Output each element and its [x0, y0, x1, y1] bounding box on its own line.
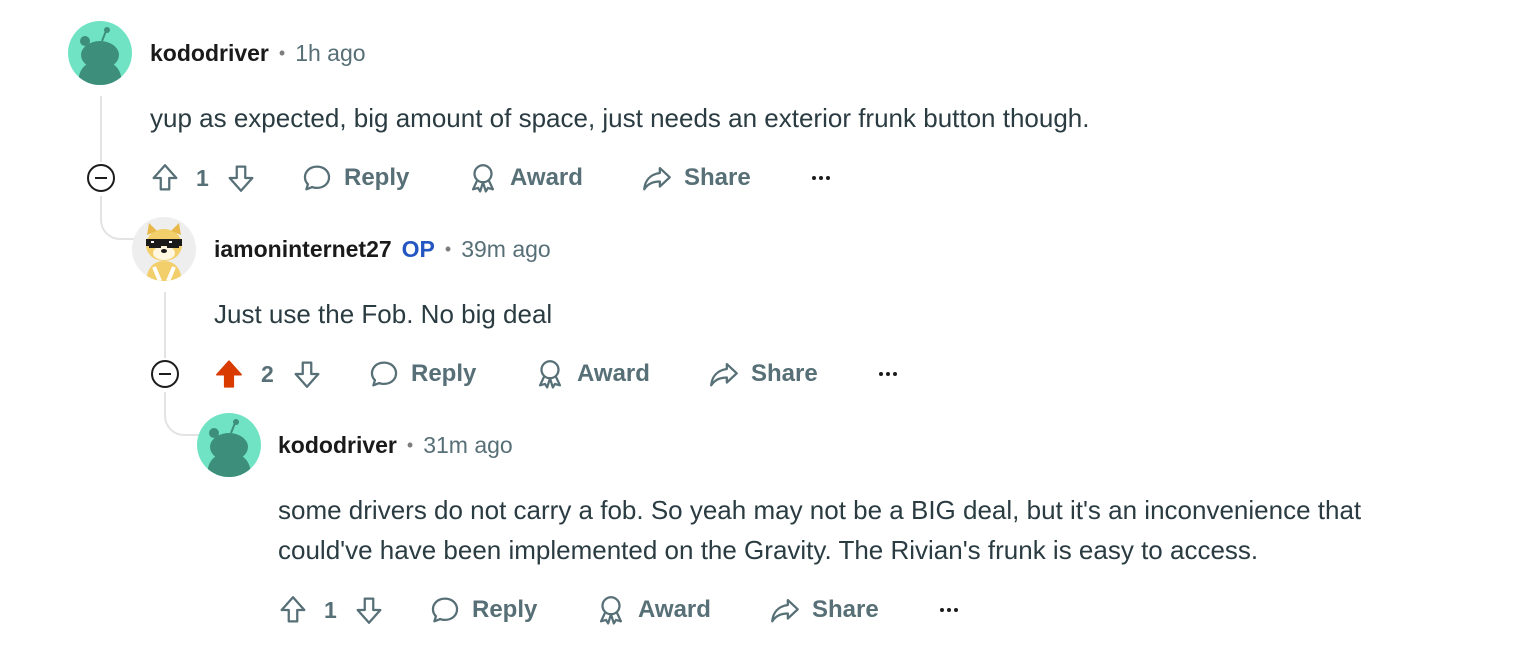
share-button[interactable]: Share [640, 158, 751, 198]
award-button[interactable]: Award [594, 590, 711, 630]
reply-button[interactable]: Reply [428, 590, 537, 630]
username[interactable]: iamoninternet27 [214, 236, 392, 263]
upvote-button[interactable] [148, 158, 182, 198]
comment-body: yup as expected, big amount of space, ju… [150, 98, 1090, 138]
share-arrow-icon [771, 598, 799, 623]
thread-line-1[interactable] [100, 96, 102, 162]
upvote-arrow-icon [280, 596, 306, 623]
thread-connector-2[interactable] [100, 196, 138, 240]
snoo-avatar-icon [197, 413, 261, 477]
downvote-button[interactable] [224, 158, 258, 198]
award-label: Award [577, 360, 650, 387]
award-ribbon-icon [471, 164, 495, 193]
comment-body-line: yup as expected, big amount of space, ju… [150, 103, 1090, 133]
comment-body-line: could've have been implemented on the Gr… [278, 535, 1259, 565]
collapse-minus-icon [151, 360, 179, 388]
upvote-arrow-icon [152, 164, 178, 191]
more-dots-icon [812, 176, 830, 180]
share-arrow-icon [643, 166, 671, 191]
comment-bubble-icon [370, 361, 398, 387]
award-ribbon-icon [599, 596, 623, 625]
award-label: Award [638, 596, 711, 623]
comment-meta: iamoninternet27 OP • 39m ago [214, 229, 551, 269]
separator-dot: • [444, 238, 452, 259]
award-button[interactable]: Award [466, 158, 583, 198]
reply-label: Reply [472, 596, 538, 623]
downvote-button[interactable] [352, 590, 386, 630]
comment-body: Just use the Fob. No big deal [214, 294, 552, 334]
collapse-minus-icon [87, 164, 115, 192]
more-dots-icon [879, 372, 897, 376]
upvote-button[interactable] [212, 354, 246, 394]
thread-connector-3[interactable] [164, 392, 202, 436]
user-avatar[interactable] [68, 21, 132, 85]
share-label: Share [812, 596, 879, 623]
downvote-arrow-icon [228, 165, 254, 192]
comment-meta: kododriver • 31m ago [278, 425, 513, 465]
reply-button[interactable]: Reply [300, 158, 409, 198]
award-label: Award [510, 164, 583, 191]
vote-count: 1 [324, 597, 337, 623]
downvote-arrow-icon [294, 361, 320, 388]
user-avatar[interactable] [132, 217, 196, 281]
award-button[interactable]: Award [533, 354, 650, 394]
comment-body: some drivers do not carry a fob. So yeah… [278, 490, 1361, 570]
op-badge: OP [401, 235, 435, 262]
reply-label: Reply [344, 164, 410, 191]
username[interactable]: kododriver [150, 40, 269, 67]
share-label: Share [751, 360, 818, 387]
comment-meta: kododriver • 1h ago [150, 33, 366, 73]
downvote-arrow-icon [356, 597, 382, 624]
timestamp[interactable]: 1h ago [295, 40, 365, 67]
more-options-button[interactable] [808, 158, 834, 198]
separator-dot: • [406, 434, 414, 455]
username[interactable]: kododriver [278, 432, 397, 459]
comment-bubble-icon [303, 165, 331, 191]
collapse-button[interactable] [86, 163, 116, 193]
doge-avatar-icon [132, 217, 196, 281]
user-avatar[interactable] [197, 413, 261, 477]
thread-line-2[interactable] [164, 292, 166, 358]
more-options-button[interactable] [936, 590, 962, 630]
upvote-button[interactable] [276, 590, 310, 630]
upvote-arrow-filled-icon [216, 360, 242, 388]
more-options-button[interactable] [875, 354, 901, 394]
comment-bubble-icon [431, 597, 459, 623]
downvote-button[interactable] [290, 354, 324, 394]
share-label: Share [684, 164, 751, 191]
reply-label: Reply [411, 360, 477, 387]
share-button[interactable]: Share [768, 590, 879, 630]
timestamp[interactable]: 39m ago [461, 236, 551, 263]
timestamp[interactable]: 31m ago [423, 432, 513, 459]
comment-body-line: Just use the Fob. No big deal [214, 299, 553, 329]
vote-count: 1 [196, 165, 209, 191]
more-dots-icon [940, 608, 958, 612]
vote-count: 2 [261, 361, 274, 387]
reply-button[interactable]: Reply [367, 354, 476, 394]
collapse-button[interactable] [150, 359, 180, 389]
comment-body-line: some drivers do not carry a fob. So yeah… [278, 495, 1362, 525]
separator-dot: • [278, 42, 286, 63]
share-arrow-icon [710, 362, 738, 387]
snoo-avatar-icon [68, 21, 132, 85]
share-button[interactable]: Share [707, 354, 818, 394]
award-ribbon-icon [538, 360, 562, 389]
